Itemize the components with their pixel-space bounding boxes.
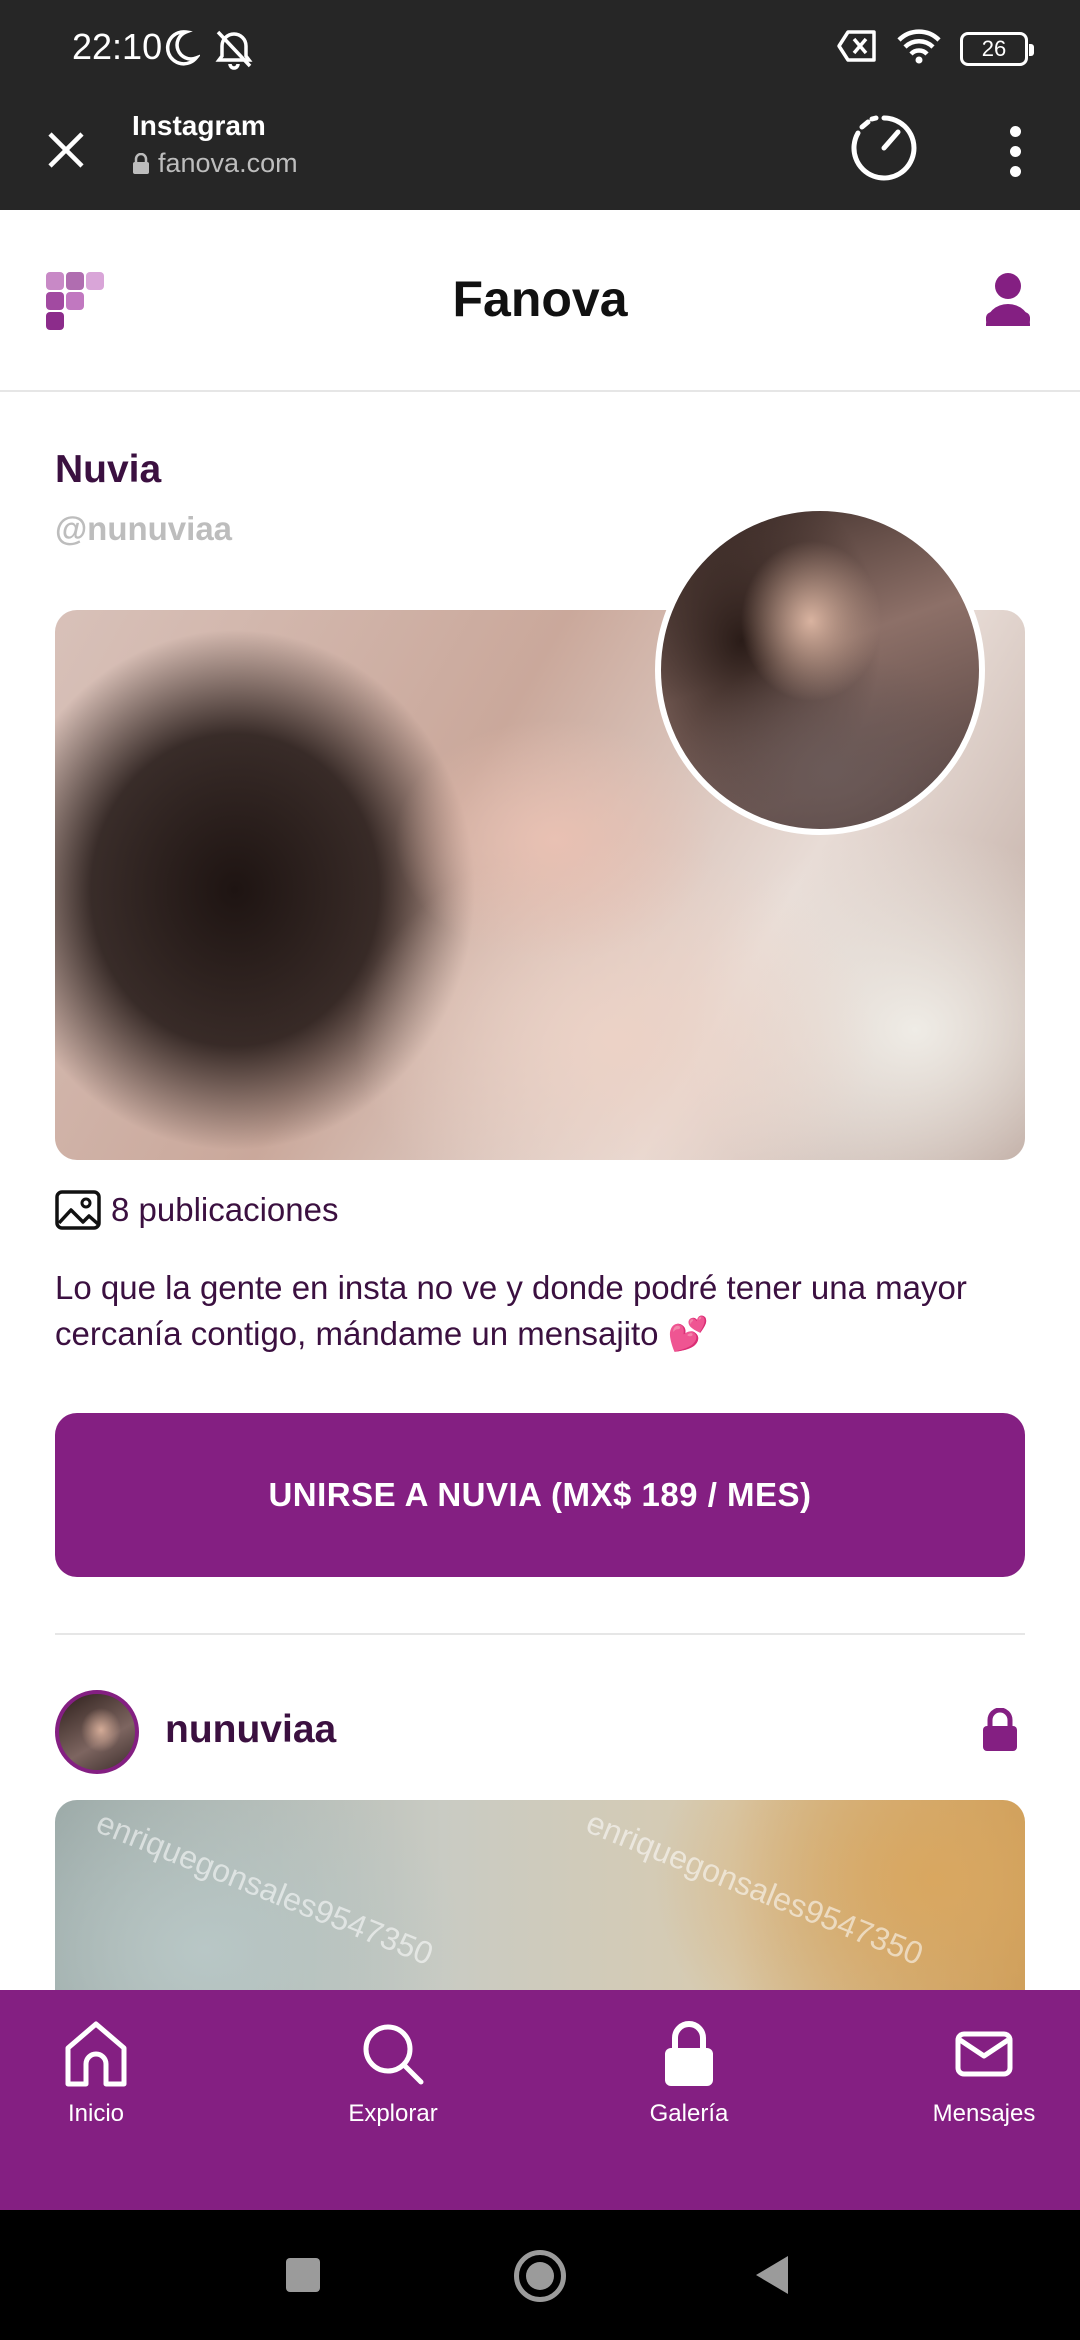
posts-count-label: 8 publicaciones	[111, 1191, 339, 1228]
mail-icon	[955, 2031, 1013, 2077]
search-icon	[363, 2024, 424, 2085]
account-button[interactable]	[984, 272, 1032, 331]
system-navigation-bar	[0, 2210, 1080, 2340]
watermark-text: enriquegonsales9547350	[581, 1804, 929, 1973]
subscribe-button[interactable]: UNIRSE A NUVIA (MX$ 189 / MES)	[55, 1413, 1025, 1577]
lock-icon	[133, 152, 149, 174]
recent-apps-button[interactable]	[286, 2258, 320, 2292]
app-header: Fanova	[0, 210, 1080, 392]
nav-label: Mensajes	[932, 2100, 1036, 2127]
more-options-button[interactable]	[990, 116, 1040, 186]
image-icon	[55, 1190, 101, 1230]
menu-dot	[1009, 125, 1021, 137]
no-sim-icon	[836, 29, 878, 68]
home-button[interactable]	[514, 2250, 566, 2302]
watermark-text: enriquegonsales9547350	[91, 1804, 439, 1973]
post-media-blurred[interactable]: enriquegonsales9547350 enriquegonsales95…	[55, 1800, 1025, 1990]
back-icon	[756, 2256, 788, 2294]
nav-label: Explorar	[348, 2100, 438, 2127]
bottom-navigation: Inicio Explorar Galería Mensajes	[0, 1990, 1080, 2210]
user-icon	[986, 273, 1030, 326]
status-time: 22:10	[72, 26, 163, 67]
post-author-avatar[interactable]	[55, 1690, 139, 1774]
back-button[interactable]	[754, 2254, 790, 2301]
close-icon	[48, 132, 84, 168]
section-divider	[55, 1633, 1025, 1635]
post-author-name[interactable]: nunuviaa	[165, 1708, 336, 1752]
posts-count: 8 publicaciones	[55, 1190, 339, 1230]
status-indicators: 26	[836, 28, 1034, 69]
page-speed-button[interactable]	[846, 110, 922, 186]
nav-item-inicio[interactable]: Inicio	[0, 2018, 196, 2128]
speedometer-icon	[851, 115, 917, 181]
home-icon	[65, 2021, 127, 2087]
profile-bio: Lo que la gente en insta no ve y donde p…	[55, 1269, 967, 1352]
profile-name: Nuvia	[55, 448, 162, 491]
menu-dot	[1009, 145, 1021, 157]
nav-item-explorar[interactable]: Explorar	[293, 2018, 493, 2128]
profile-handle: @nunuviaa	[55, 510, 233, 547]
close-button[interactable]	[34, 118, 98, 182]
menu-dot	[1009, 165, 1021, 177]
nav-label: Galería	[649, 2100, 729, 2127]
nav-item-mensajes[interactable]: Mensajes	[884, 2018, 1080, 2128]
url-text: fanova.com	[158, 148, 298, 178]
app-brand-title: Fanova	[452, 271, 628, 327]
browser-toolbar: Instagram fanova.com	[0, 96, 1080, 210]
nav-label: Inicio	[67, 2100, 125, 2127]
status-bar: 22:10 26	[0, 0, 1080, 96]
locked-post-icon	[982, 1707, 1018, 1757]
do-not-disturb-icon	[162, 28, 202, 73]
nav-item-galeria[interactable]: Galería	[589, 2018, 789, 2128]
wifi-icon	[896, 28, 942, 69]
battery-indicator: 26	[960, 31, 1034, 66]
lock-icon	[665, 2021, 713, 2086]
profile-avatar[interactable]	[655, 505, 985, 835]
browser-title: Instagram	[132, 110, 266, 141]
bell-muted-icon	[212, 26, 256, 75]
browser-url[interactable]: fanova.com	[132, 148, 298, 179]
